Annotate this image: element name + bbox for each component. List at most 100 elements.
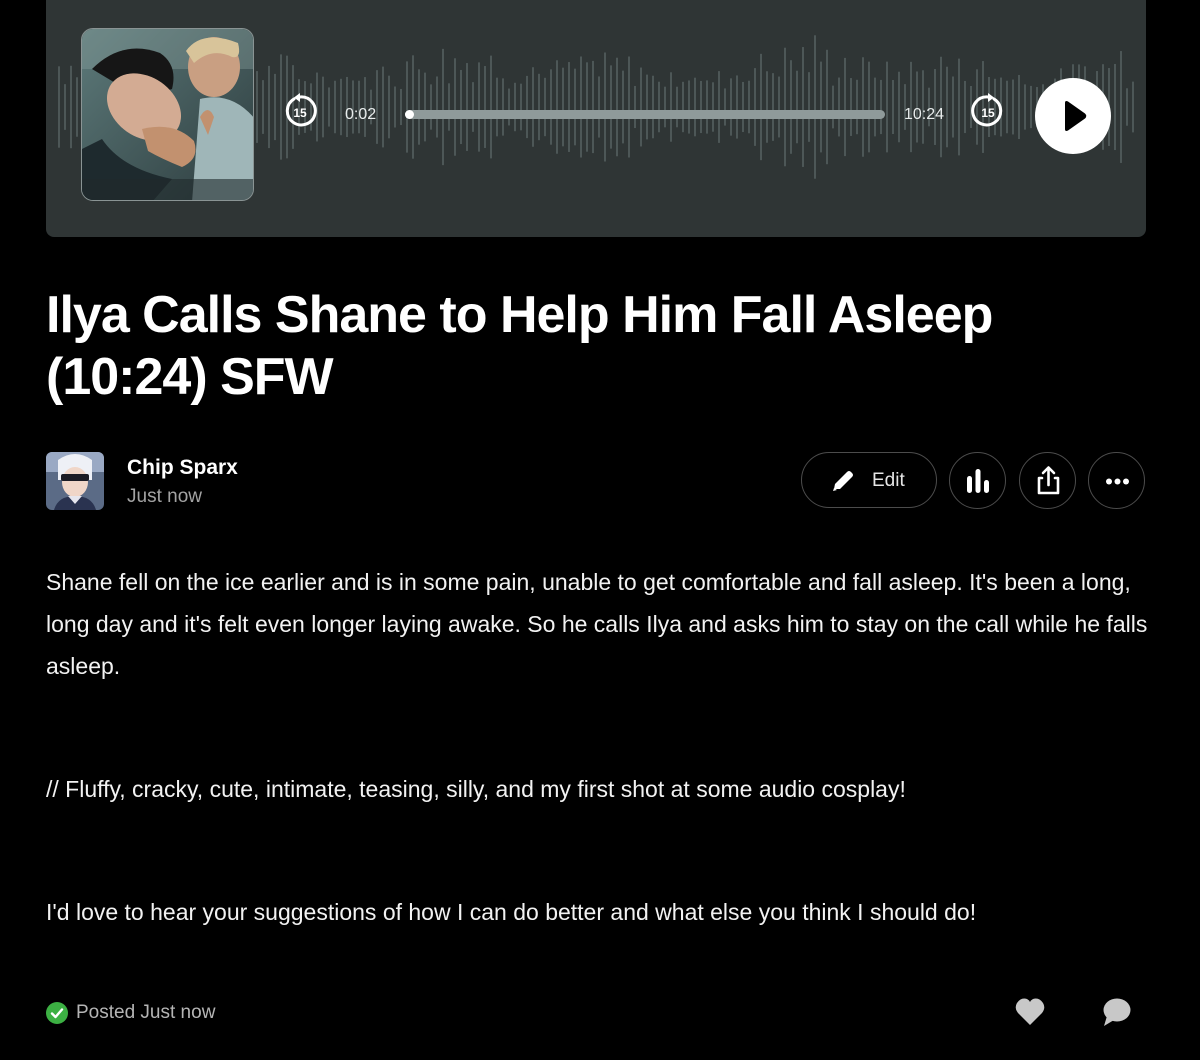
heart-icon [1015,998,1045,1025]
waveform-bar [664,86,666,128]
share-button[interactable] [1019,452,1076,509]
waveform-bar [736,75,738,139]
waveform-bar [856,79,858,135]
waveform-bar [466,63,468,151]
waveform-bar [514,82,516,132]
waveform-bar [1120,51,1122,163]
waveform-bar [808,72,810,142]
waveform-bar [640,67,642,147]
waveform-bar [76,77,78,137]
waveform-bar [670,72,672,142]
waveform-bar [1006,80,1008,134]
waveform-bar [658,81,660,133]
waveform-bar [490,55,492,159]
waveform-bar [1030,85,1032,129]
waveform-bar [958,58,960,156]
audio-player: 15 0:02 10:24 15 [46,0,1146,237]
waveform-bar [334,80,336,134]
waveform-bar [616,57,618,157]
waveform-bar [742,81,744,133]
waveform-bar [892,79,894,135]
waveform-bar [790,60,792,154]
waveform-bar [898,71,900,143]
waveform-bar [694,77,696,137]
waveform-bar [454,58,456,156]
waveform-bar [1114,63,1116,151]
pencil-icon [833,471,853,491]
waveform-bar [376,70,378,144]
waveform-bar [730,78,732,136]
waveform-bar [682,81,684,133]
waveform-bar [1012,79,1014,135]
waveform-bar [952,76,954,138]
waveform-bar [70,65,72,149]
waveform-bar [820,61,822,153]
waveform-bar [754,68,756,146]
description-paragraph: // Fluffy, cracky, cute, intimate, teasi… [46,776,906,802]
waveform-bar [778,76,780,138]
waveform-bar [64,84,66,130]
edit-button[interactable]: Edit [801,452,937,508]
waveform-bar [1132,81,1134,133]
more-options-button[interactable] [1088,452,1145,509]
play-button[interactable] [1035,78,1111,154]
post-page: 15 0:02 10:24 15 Ilya Calls Shane to Hel… [0,0,1200,1060]
waveform-bar [652,75,654,139]
author-avatar[interactable] [46,452,104,510]
progress-fill [405,110,414,119]
ellipsis-icon [1106,478,1129,485]
waveform-bar [508,88,510,126]
waveform-bar [1018,74,1020,140]
waveform-bar [442,48,444,166]
svg-text:15: 15 [981,106,995,120]
waveform-bar [772,73,774,141]
waveform-bar [274,73,276,141]
author-name[interactable]: Chip Sparx [127,456,238,480]
waveform-bar [424,72,426,142]
waveform-bar [748,80,750,134]
comment-button[interactable] [1101,996,1133,1028]
waveform-bar [484,66,486,148]
waveform-bar [256,71,258,143]
waveform-bar [850,78,852,136]
waveform-bar [532,67,534,147]
waveform-bar [814,35,816,179]
waveform-bar [628,56,630,158]
waveform-bar [574,68,576,146]
waveform-bar [388,75,390,139]
stats-button[interactable] [949,452,1006,509]
waveform-bar [556,60,558,154]
waveform-bar [58,66,60,148]
progress-bar[interactable] [405,110,885,119]
waveform-bar [550,69,552,145]
waveform-bar [718,71,720,143]
waveform-bar [436,76,438,138]
waveform-bar [622,70,624,144]
waveform-bar [700,80,702,134]
current-time: 0:02 [345,106,377,123]
waveform-bar [412,55,414,159]
waveform-bar [1126,88,1128,126]
post-time: Just now [127,486,202,507]
waveform-bar [946,66,948,148]
cover-art [81,28,254,201]
waveform-bar [610,65,612,149]
episode-title: Ilya Calls Shane to Help Him Fall Asleep… [46,286,993,406]
description-paragraph: Shane fell on the ice earlier and is in … [46,569,1148,679]
waveform-bar [586,62,588,152]
waveform-bar [874,77,876,137]
waveform-bar [886,61,888,153]
skip-back-button[interactable]: 15 [282,93,318,129]
waveform-bar [802,47,804,167]
skip-forward-button[interactable]: 15 [970,93,1006,129]
like-button[interactable] [1014,996,1046,1028]
waveform-bar [724,88,726,126]
waveform-bar [838,77,840,137]
waveform-bar [418,69,420,145]
waveform-bar [340,78,342,136]
waveform-bar [538,73,540,141]
description-paragraph: I'd love to hear your suggestions of how… [46,899,977,925]
waveform-bar [844,57,846,157]
waveform-bar [400,88,402,126]
waveform-bar [706,80,708,134]
